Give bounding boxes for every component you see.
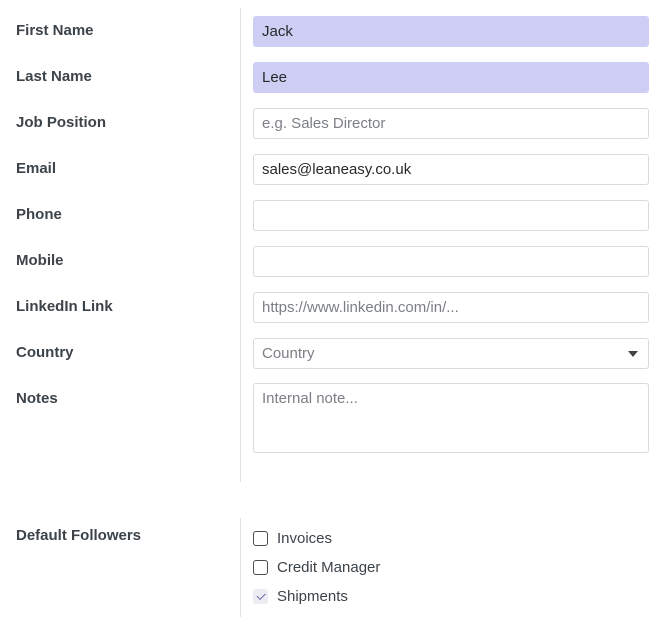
label-default-followers: Default Followers (16, 527, 142, 544)
followers-checkbox-list: Invoices Credit Manager Shipments (253, 518, 648, 617)
field-row-email: sales@leaneasy.co.uk (253, 146, 649, 192)
label-last-name: Last Name (16, 68, 92, 85)
label-row-notes: Notes (16, 376, 240, 468)
country-select[interactable]: Country (253, 337, 649, 369)
checkbox-invoices[interactable] (253, 531, 268, 546)
label-mobile: Mobile (16, 252, 64, 269)
checkbox-row-shipments[interactable]: Shipments (253, 582, 648, 611)
checkbox-row-invoices[interactable]: Invoices (253, 524, 648, 553)
field-row-mobile (253, 238, 649, 284)
field-column-spacer (253, 468, 649, 482)
field-row-job-position: e.g. Sales Director (253, 100, 649, 146)
checkbox-label-invoices: Invoices (277, 530, 333, 547)
label-row-phone: Phone (16, 192, 240, 238)
job-position-input[interactable]: e.g. Sales Director (253, 107, 649, 139)
field-row-first-name: Jack (253, 8, 649, 54)
chevron-down-icon[interactable] (628, 351, 638, 357)
last-name-input[interactable]: Lee (253, 61, 649, 93)
field-row-country: Country (253, 330, 649, 376)
label-column-spacer (16, 468, 240, 482)
label-row-last-name: Last Name (16, 54, 240, 100)
country-select-wrapper: Country (253, 337, 649, 369)
label-row-first-name: First Name (16, 8, 240, 54)
label-linkedin-link: LinkedIn Link (16, 298, 113, 315)
label-email: Email (16, 160, 57, 177)
field-row-linkedin: https://www.linkedin.com/in/... (253, 284, 649, 330)
linkedin-link-input[interactable]: https://www.linkedin.com/in/... (253, 291, 649, 323)
label-row-mobile: Mobile (16, 238, 240, 284)
field-row-last-name: Lee (253, 54, 649, 100)
label-row-email: Email (16, 146, 240, 192)
notes-textarea[interactable]: Internal note... (253, 383, 649, 453)
default-followers-group: Default Followers Invoices Credit Manage… (0, 518, 654, 617)
checkbox-label-shipments: Shipments (277, 588, 348, 605)
phone-input[interactable] (253, 199, 649, 231)
contact-form: First Name Last Name Job Position Email … (0, 0, 654, 632)
contact-details-group: First Name Last Name Job Position Email … (0, 8, 654, 482)
label-country: Country (16, 344, 74, 361)
first-name-input[interactable]: Jack (253, 15, 649, 47)
checkbox-shipments[interactable] (253, 589, 268, 604)
label-first-name: First Name (16, 22, 94, 39)
label-row-country: Country (16, 330, 240, 376)
label-notes: Notes (16, 390, 58, 407)
email-input[interactable]: sales@leaneasy.co.uk (253, 153, 649, 185)
label-phone: Phone (16, 206, 62, 223)
checkbox-credit-manager[interactable] (253, 560, 268, 575)
checkbox-row-credit-manager[interactable]: Credit Manager (253, 553, 648, 582)
followers-options-column: Invoices Credit Manager Shipments (240, 518, 654, 617)
checkbox-label-credit-manager: Credit Manager (277, 559, 381, 576)
contact-labels-column: First Name Last Name Job Position Email … (0, 8, 240, 482)
field-row-phone (253, 192, 649, 238)
followers-labels-column: Default Followers (0, 518, 240, 617)
mobile-input[interactable] (253, 245, 649, 277)
contact-fields-column: Jack Lee e.g. Sales Director sales@leane… (240, 8, 654, 482)
label-row-linkedin: LinkedIn Link (16, 284, 240, 330)
field-row-notes: Internal note... (253, 376, 649, 468)
label-job-position: Job Position (16, 114, 106, 131)
label-row-job-position: Job Position (16, 100, 240, 146)
